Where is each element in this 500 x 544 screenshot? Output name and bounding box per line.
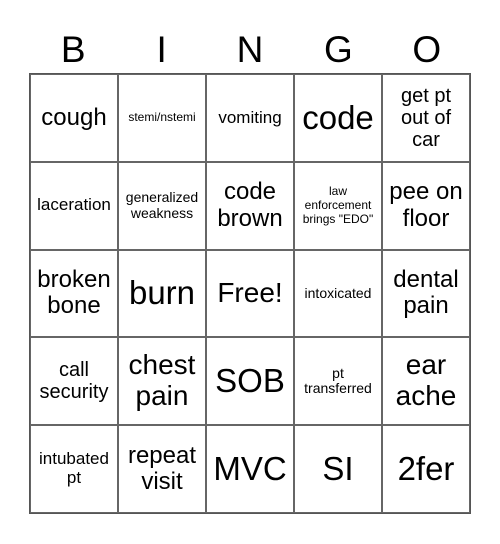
header-letter-b: B [60, 29, 86, 70]
bingo-cell[interactable]: cough [30, 74, 118, 162]
bingo-cell[interactable]: ear ache [382, 337, 470, 426]
bingo-cell[interactable]: stemi/nstemi [118, 74, 206, 162]
header-letter-o: O [412, 29, 442, 70]
bingo-cell[interactable]: burn [118, 249, 206, 338]
bingo-board: cough stemi/nstemi vomiting code get pt … [29, 73, 471, 514]
bingo-cell[interactable]: pee on floor [382, 161, 470, 250]
header-letter-g: G [324, 29, 353, 70]
bingo-cell[interactable]: get pt out of car [382, 74, 470, 162]
bingo-cell[interactable]: call security [30, 337, 118, 426]
bingo-cell[interactable]: SOB [206, 337, 294, 426]
header-letter-n: N [236, 29, 264, 70]
bingo-cell[interactable]: intubated pt [30, 425, 118, 513]
free-space[interactable]: Free! [206, 249, 294, 338]
bingo-header: B I N G O [29, 28, 471, 72]
bingo-cell[interactable]: law enforcement brings "EDO" [294, 161, 382, 250]
bingo-cell[interactable]: laceration [30, 161, 118, 250]
bingo-cell[interactable]: 2fer [382, 425, 470, 513]
bingo-cell[interactable]: MVC [206, 425, 294, 513]
bingo-cell[interactable]: code brown [206, 161, 294, 250]
bingo-cell[interactable]: code [294, 74, 382, 162]
bingo-cell[interactable]: repeat visit [118, 425, 206, 513]
bingo-cell[interactable]: dental pain [382, 249, 470, 338]
bingo-cell[interactable]: broken bone [30, 249, 118, 338]
bingo-cell[interactable]: pt transferred [294, 337, 382, 426]
bingo-cell[interactable]: SI [294, 425, 382, 513]
bingo-cell[interactable]: generalized weakness [118, 161, 206, 250]
bingo-cell[interactable]: intoxicated [294, 249, 382, 338]
bingo-cell[interactable]: vomiting [206, 74, 294, 162]
bingo-cell[interactable]: chest pain [118, 337, 206, 426]
header-letter-i: I [156, 29, 167, 70]
